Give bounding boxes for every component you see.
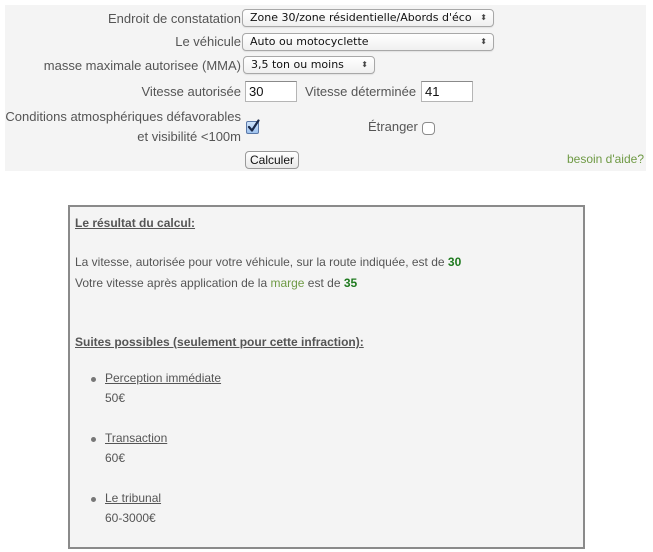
weather-label-line1: Conditions atmosphériques défavorables — [5, 109, 241, 124]
weather-checkbox[interactable] — [246, 119, 260, 134]
speed-allowed-label: Vitesse autorisée — [141, 84, 242, 99]
result-heading: Le résultat du calcul: — [75, 216, 196, 230]
calculate-button[interactable]: Calculer — [245, 151, 300, 169]
mma-select[interactable]: 3,5 ton ou moins ⬍ — [243, 56, 375, 74]
location-label: Endroit de constatation — [108, 11, 241, 26]
speed-measured-label: Vitesse déterminée — [305, 84, 417, 99]
option-link[interactable]: Perception immédiate — [105, 371, 221, 385]
speed-measured-input[interactable]: 41 — [421, 81, 473, 102]
select-arrows-icon: ⬍ — [361, 60, 368, 69]
location-select[interactable]: Zone 30/zone résidentielle/Abords d'éco … — [242, 9, 494, 27]
corrected-speed-value: 35 — [343, 276, 358, 290]
vehicle-select[interactable]: Auto ou motocyclette ⬍ — [242, 33, 494, 51]
help-link[interactable]: besoin d'aide? — [567, 152, 644, 166]
foreigner-label: Étranger — [368, 119, 418, 134]
bullet-icon — [91, 497, 96, 502]
checkmark-icon — [247, 119, 260, 132]
options-heading: Suites possibles (seulement pour cette i… — [75, 335, 364, 349]
option-link[interactable]: Transaction — [105, 431, 167, 445]
select-arrows-icon: ⬍ — [480, 37, 487, 46]
allowed-speed-value: 30 — [447, 255, 462, 269]
bullet-icon — [91, 437, 96, 442]
select-arrows-icon: ⬍ — [480, 13, 487, 22]
option-amount: 60€ — [105, 451, 126, 465]
vehicle-label: Le véhicule — [175, 34, 241, 49]
option-amount: 60-3000€ — [105, 511, 156, 525]
option-amount: 50€ — [105, 391, 126, 405]
allowed-speed-line: La vitesse, autorisée pour votre véhicul… — [75, 255, 461, 269]
mma-select-value: 3,5 ton ou moins — [251, 58, 344, 71]
weather-label-line2: et visibilité <100m — [137, 129, 241, 144]
corrected-speed-text: Votre vitesse après application de la — [75, 276, 271, 290]
corrected-speed-text-middle: est de — [304, 276, 344, 290]
result-panel: Le résultat du calcul: La vitesse, autor… — [68, 205, 585, 549]
bullet-icon — [91, 377, 96, 382]
location-select-value: Zone 30/zone résidentielle/Abords d'éco — [250, 11, 472, 24]
foreigner-checkbox[interactable] — [422, 122, 435, 135]
margin-link[interactable]: marge — [270, 276, 304, 290]
corrected-speed-line: Votre vitesse après application de la ma… — [75, 276, 357, 290]
speed-allowed-input[interactable]: 30 — [245, 81, 297, 102]
allowed-speed-text: La vitesse, autorisée pour votre véhicul… — [75, 255, 448, 269]
vehicle-select-value: Auto ou motocyclette — [250, 35, 369, 48]
option-link[interactable]: Le tribunal — [105, 491, 161, 505]
mma-label: masse maximale autorisee (MMA) — [43, 58, 241, 73]
